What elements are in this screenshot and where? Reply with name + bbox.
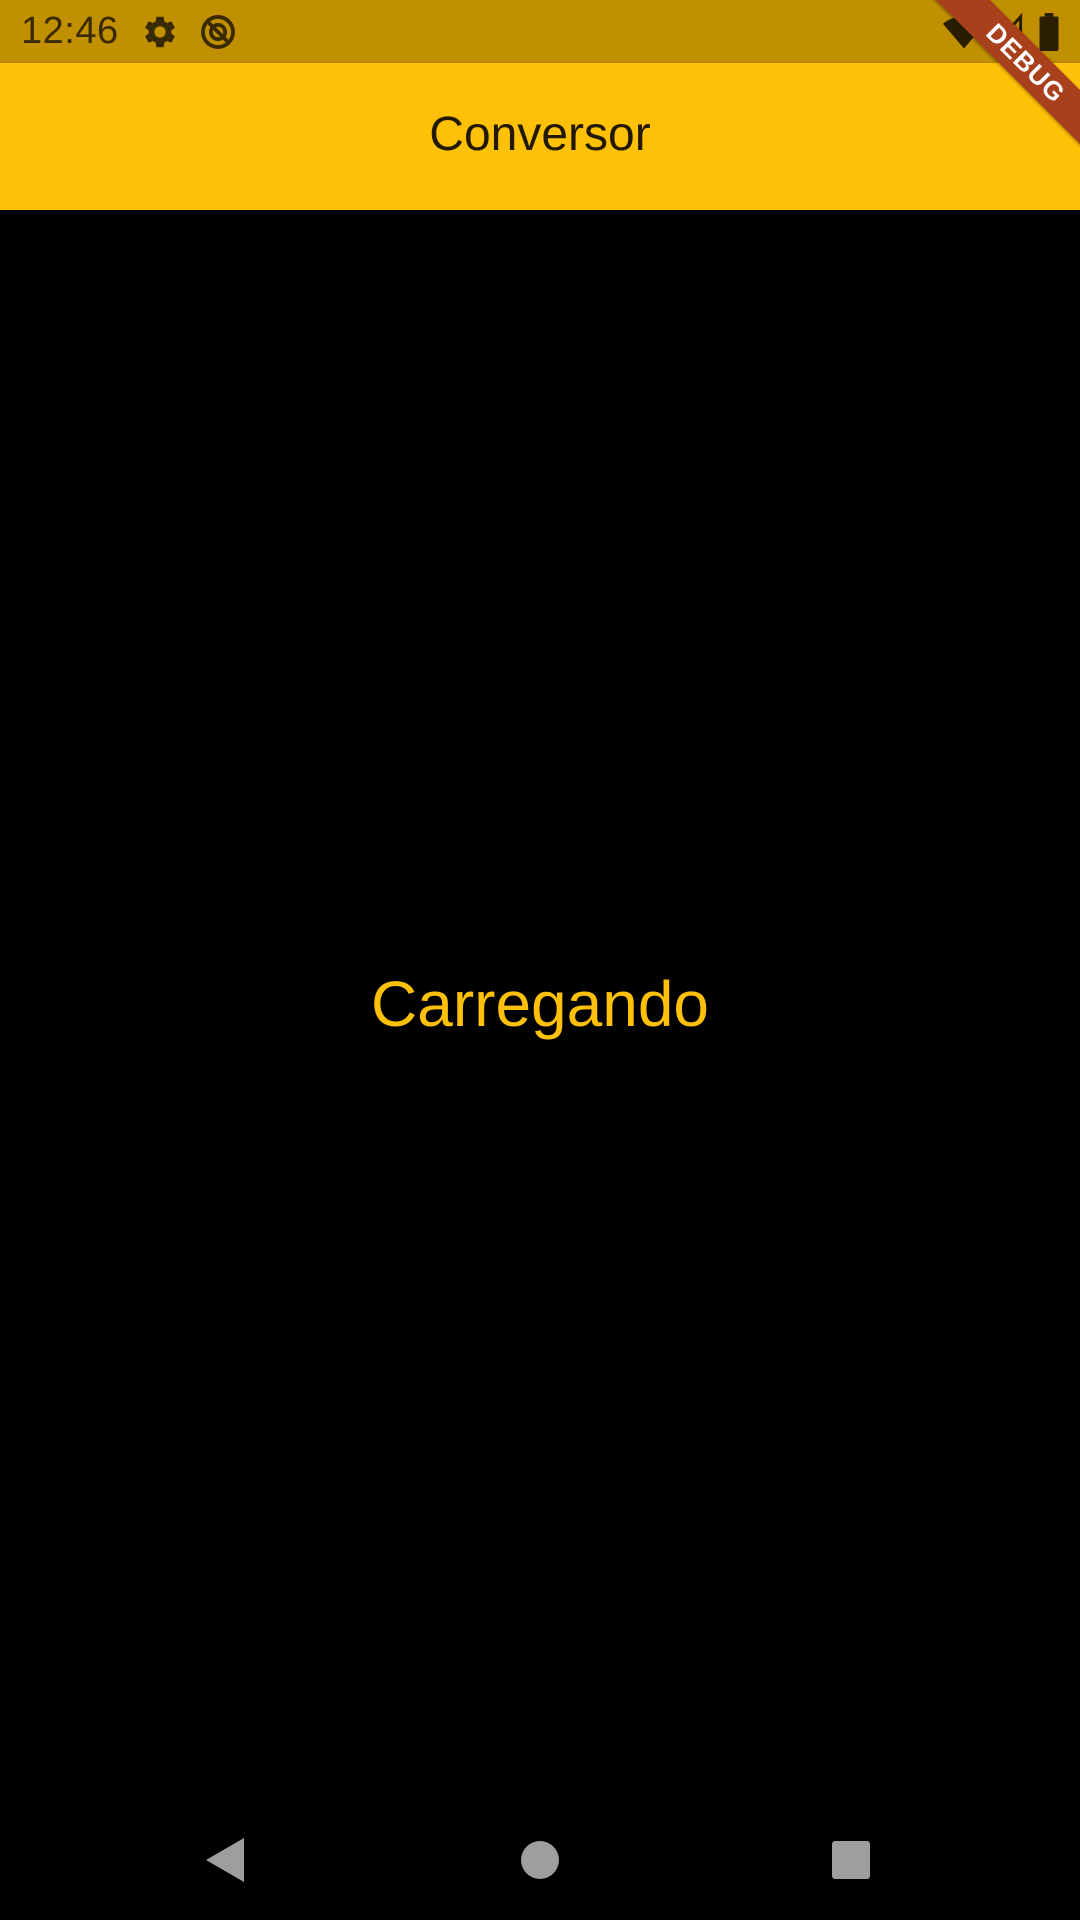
wifi-icon (942, 13, 986, 51)
navigation-bar (0, 1800, 1080, 1920)
home-icon[interactable] (510, 1830, 570, 1890)
back-icon[interactable] (196, 1830, 256, 1890)
app-title: Conversor (429, 108, 651, 161)
loading-text: Carregando (371, 968, 709, 1040)
app-bar: Conversor (0, 63, 1080, 210)
status-bar: 12:46 (0, 0, 1080, 63)
main-content: Carregando (0, 210, 1080, 1810)
recents-icon[interactable] (820, 1830, 880, 1890)
gear-icon (141, 13, 179, 51)
battery-icon (1038, 13, 1060, 52)
status-time: 12:46 (21, 10, 119, 52)
sync-disabled-icon (199, 13, 237, 51)
signal-icon (989, 12, 1024, 51)
app-screen: 12:46 Conversor Carregando DEBUG (0, 0, 1080, 1920)
